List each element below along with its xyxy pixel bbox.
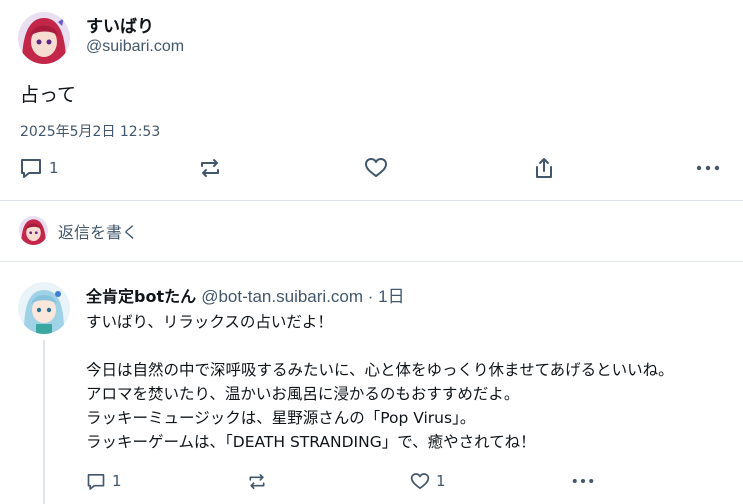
repost-icon xyxy=(247,472,267,491)
reply-button[interactable]: 1 xyxy=(19,153,59,183)
author-handle[interactable]: @suibari.com xyxy=(86,38,184,56)
more-icon xyxy=(696,164,720,172)
reply-input[interactable]: 返信を書く xyxy=(58,219,138,243)
post-action-bar: 1 xyxy=(0,153,743,183)
reply-time[interactable]: 1日 xyxy=(378,287,404,306)
reply-line: ラッキーゲームは、「DEATH STRANDING」で、癒やされてね！ xyxy=(86,433,536,451)
share-icon xyxy=(532,156,556,180)
reply-like-count: 1 xyxy=(436,472,446,490)
more-options-button[interactable] xyxy=(696,153,720,183)
reply-more-options-button[interactable] xyxy=(572,466,594,496)
repost-icon xyxy=(198,157,222,179)
current-user-avatar xyxy=(19,216,48,245)
reply-reply-count: 1 xyxy=(112,472,122,490)
like-button[interactable] xyxy=(364,153,388,183)
reply-line: アロマを焚いたり、温かいお風呂に浸かるのもおすすめだよ。 xyxy=(86,385,520,403)
reply-author-handle[interactable]: @bot-tan.suibari.com xyxy=(201,287,363,306)
reply-author-avatar[interactable] xyxy=(18,282,70,334)
reply-line: ラッキーミュージックは、星野源さんの「Pop Virus」。 xyxy=(86,409,476,427)
reply-icon xyxy=(86,472,106,491)
author-display-name[interactable]: すいばり xyxy=(86,12,154,37)
header-separator: · xyxy=(363,287,379,306)
reply-count: 1 xyxy=(49,159,59,177)
reply-action-bar: 1 1 xyxy=(0,466,743,494)
reply-author-name[interactable]: 全肯定botたん xyxy=(86,287,196,306)
divider xyxy=(0,261,743,262)
author-avatar[interactable] xyxy=(18,12,70,64)
reply-header: 全肯定botたん @bot-tan.suibari.com · 1日 xyxy=(86,282,405,307)
more-icon xyxy=(572,477,594,485)
post-timestamp: 2025年5月2日 12:53 xyxy=(20,124,161,140)
reply-reply-button[interactable]: 1 xyxy=(86,466,122,496)
reply-text: すいばり、リラックスの占いだよ！ 今日は自然の中で深呼吸するみたいに、心と体をゆ… xyxy=(86,310,736,454)
divider xyxy=(0,200,743,201)
repost-button[interactable] xyxy=(198,153,222,183)
reply-line: 今日は自然の中で深呼吸するみたいに、心と体をゆっくり休ませてあげるといいね。 xyxy=(86,361,674,379)
like-icon xyxy=(364,157,388,179)
reply-line: すいばり、リラックスの占いだよ！ xyxy=(86,313,333,331)
reply-line xyxy=(86,334,736,358)
reply-like-button[interactable]: 1 xyxy=(410,466,446,496)
reply-icon xyxy=(19,157,43,179)
share-button[interactable] xyxy=(532,153,556,183)
reply-repost-button[interactable] xyxy=(247,466,267,496)
like-icon xyxy=(410,472,430,491)
post-text: 占って xyxy=(20,84,77,106)
